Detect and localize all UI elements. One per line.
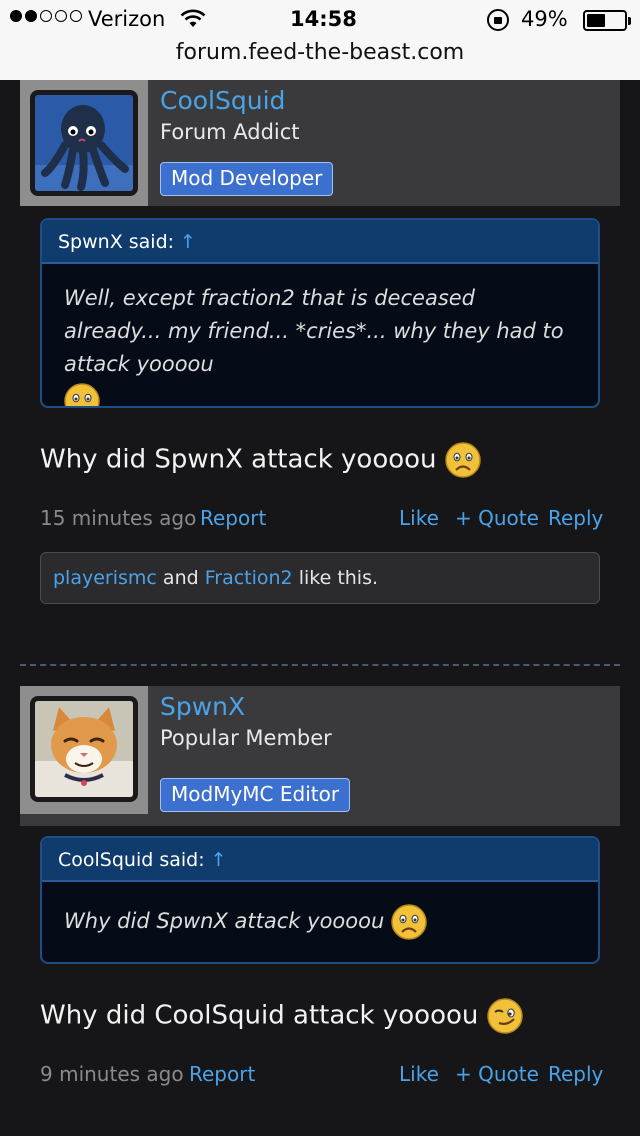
user-badge: ModMyMC Editor (160, 778, 351, 812)
post-1-user-info: CoolSquid Forum Addict Mod Developer (20, 80, 620, 206)
sad-face-icon (391, 904, 427, 940)
quote-body: Well, except fraction2 that is deceased … (42, 264, 598, 406)
winking-face-icon (486, 998, 523, 1034)
message-text: Why did SpwnX attack yoooou (40, 444, 437, 475)
post-2-user-info: SpwnX Popular Member ModMyMC Editor (20, 686, 620, 826)
status-bar: Verizon 14:58 49% (0, 6, 640, 36)
post-2-message: Why did CoolSquid attack yoooou (40, 998, 523, 1034)
report-link[interactable]: Report (189, 1062, 255, 1086)
quote-body: Why did SpwnX attack yoooou (42, 882, 598, 958)
quote-link[interactable]: + Quote (455, 506, 539, 530)
reply-link[interactable]: Reply (548, 1062, 603, 1086)
avatar-frame (20, 80, 148, 206)
quote-link[interactable]: + Quote (455, 1062, 539, 1086)
avatar[interactable] (30, 696, 138, 802)
quote-author: SpwnX said: (58, 231, 175, 253)
avatar-frame (20, 686, 148, 814)
like-link[interactable]: Like (399, 506, 439, 530)
like-link[interactable]: Like (399, 1062, 439, 1086)
username[interactable]: SpwnX (160, 692, 245, 721)
sad-face-icon (64, 383, 100, 406)
username[interactable]: CoolSquid (160, 86, 285, 115)
quote-text: Well, except fraction2 that is deceased … (64, 286, 564, 376)
squid-avatar-icon (35, 95, 133, 191)
orientation-lock-icon (487, 9, 509, 31)
jump-to-quote-icon[interactable]: ↑ (211, 849, 227, 871)
liker-link[interactable]: playerismc (53, 567, 157, 589)
jump-to-quote-icon[interactable]: ↑ (180, 231, 196, 253)
signal-strength-icon (10, 10, 82, 22)
user-title: Popular Member (160, 726, 332, 750)
post-divider (20, 664, 620, 666)
url-bar[interactable]: forum.feed-the-beast.com (0, 40, 640, 65)
carrier-name: Verizon (88, 7, 166, 31)
likes-and: and (162, 567, 199, 589)
user-badge: Mod Developer (160, 162, 334, 196)
battery-percentage: 49% (521, 7, 568, 31)
post-time[interactable]: 15 minutes ago (40, 506, 196, 530)
post-time[interactable]: 9 minutes ago (40, 1062, 184, 1086)
post-2-meta: 9 minutes ago Report Like + Quote Reply (40, 1062, 603, 1092)
likes-suffix: like this. (298, 567, 379, 589)
message-text: Why did CoolSquid attack yoooou (40, 1000, 479, 1031)
battery-icon (583, 10, 631, 31)
cat-avatar-icon (35, 701, 133, 797)
quote-text: Why did SpwnX attack yoooou (64, 909, 385, 933)
quote-header: CoolSquid said: ↑ (42, 838, 598, 882)
wifi-icon (180, 9, 206, 27)
avatar[interactable] (30, 90, 138, 196)
status-time: 14:58 (290, 7, 357, 31)
liker-link[interactable]: Fraction2 (205, 567, 293, 589)
likes-summary: playerismc and Fraction2 like this. (40, 552, 600, 604)
user-title: Forum Addict (160, 120, 300, 144)
post-2-quote: CoolSquid said: ↑ Why did SpwnX attack yo… (40, 836, 600, 964)
sad-face-icon (445, 442, 481, 478)
browser-top-bar: Verizon 14:58 49% forum.feed-the-beast.c… (0, 0, 640, 80)
post-1-message: Why did SpwnX attack yoooou (40, 442, 481, 478)
reply-link[interactable]: Reply (548, 506, 603, 530)
quote-header: SpwnX said: ↑ (42, 220, 598, 264)
quote-author: CoolSquid said: (58, 849, 205, 871)
post-1-meta: 15 minutes ago Report Like + Quote Reply (40, 506, 603, 536)
post-1-quote: SpwnX said: ↑ Well, except fraction2 that… (40, 218, 600, 408)
report-link[interactable]: Report (200, 506, 266, 530)
